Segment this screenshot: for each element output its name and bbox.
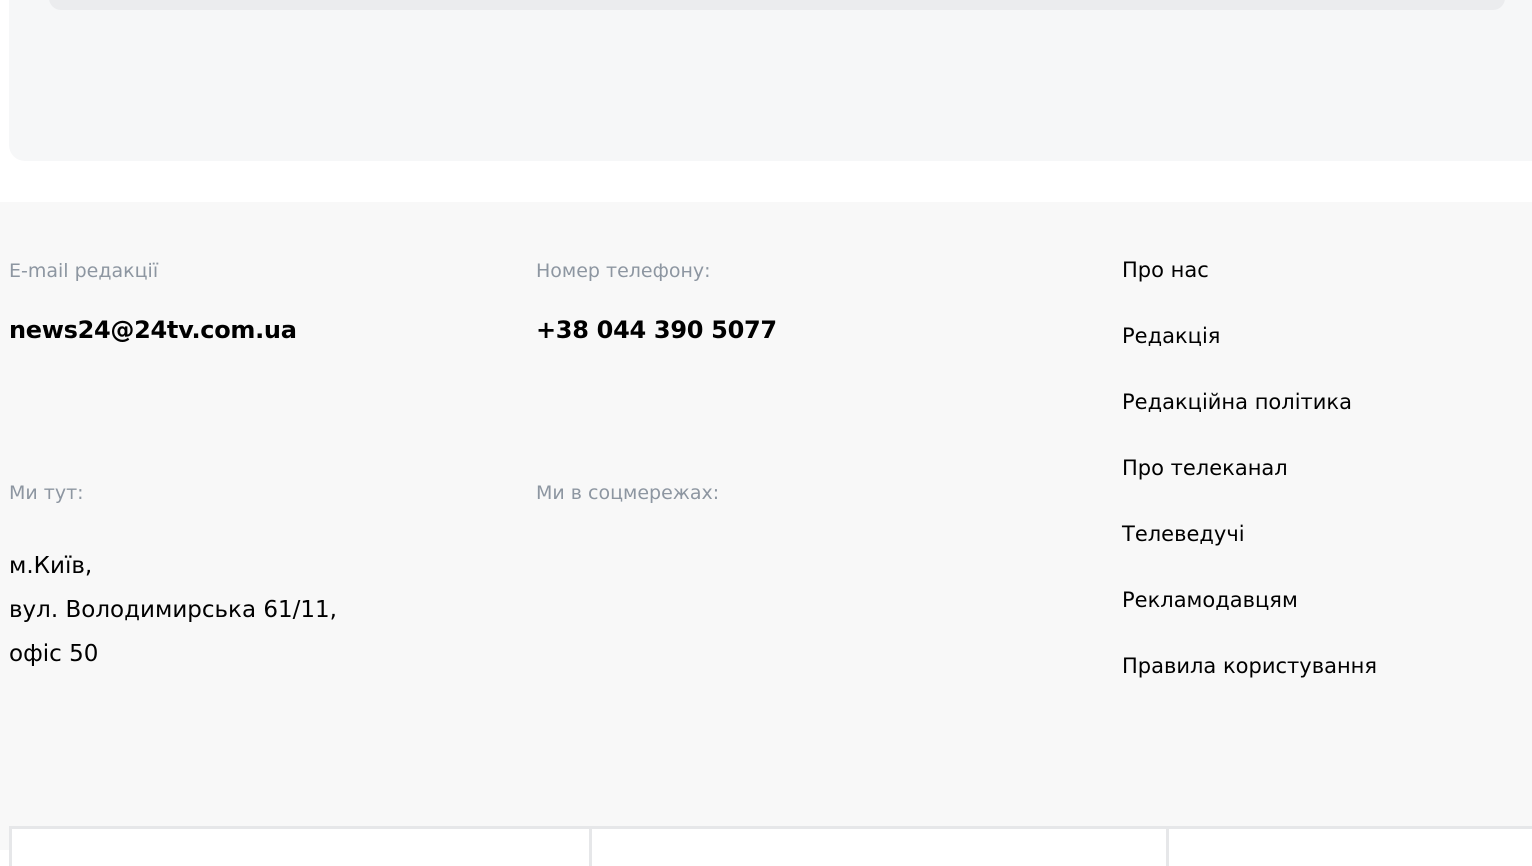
footer-link-editorial-policy[interactable]: Редакційна політика bbox=[1122, 390, 1377, 456]
footer-link-advertisers[interactable]: Рекламодавцям bbox=[1122, 588, 1377, 654]
footer-link-presenters[interactable]: Телеведучі bbox=[1122, 522, 1377, 588]
content-bar bbox=[49, 0, 1505, 10]
footer-link-about[interactable]: Про нас bbox=[1122, 258, 1377, 324]
address-line: м.Київ, bbox=[9, 553, 93, 579]
footer-card[interactable] bbox=[1166, 826, 1532, 866]
email-link[interactable]: news24@24tv.com.ua bbox=[9, 316, 297, 344]
footer-card[interactable] bbox=[9, 826, 595, 866]
address-text: м.Київ, вул. Володимирська 61/11, офіс 5… bbox=[9, 544, 337, 676]
address-line: офіс 50 bbox=[9, 641, 99, 667]
footer-link-editorial[interactable]: Редакція bbox=[1122, 324, 1377, 390]
address-line: вул. Володимирська 61/11, bbox=[9, 597, 337, 623]
content-panel bbox=[9, 0, 1532, 161]
phone-label: Номер телефону: bbox=[536, 260, 711, 282]
address-label: Ми тут: bbox=[9, 482, 84, 504]
site-footer: E-mail редакції news24@24tv.com.ua Номер… bbox=[0, 202, 1532, 866]
email-label: E-mail редакції bbox=[9, 260, 159, 282]
footer-card-row bbox=[9, 826, 1532, 866]
footer-link-terms[interactable]: Правила користування bbox=[1122, 654, 1377, 720]
footer-card[interactable] bbox=[589, 826, 1171, 866]
social-label: Ми в соцмережах: bbox=[536, 482, 720, 504]
phone-link[interactable]: +38 044 390 5077 bbox=[536, 316, 777, 344]
footer-link-tv-channel[interactable]: Про телеканал bbox=[1122, 456, 1377, 522]
footer-nav: Про нас Редакція Редакційна політика Про… bbox=[1122, 258, 1377, 720]
